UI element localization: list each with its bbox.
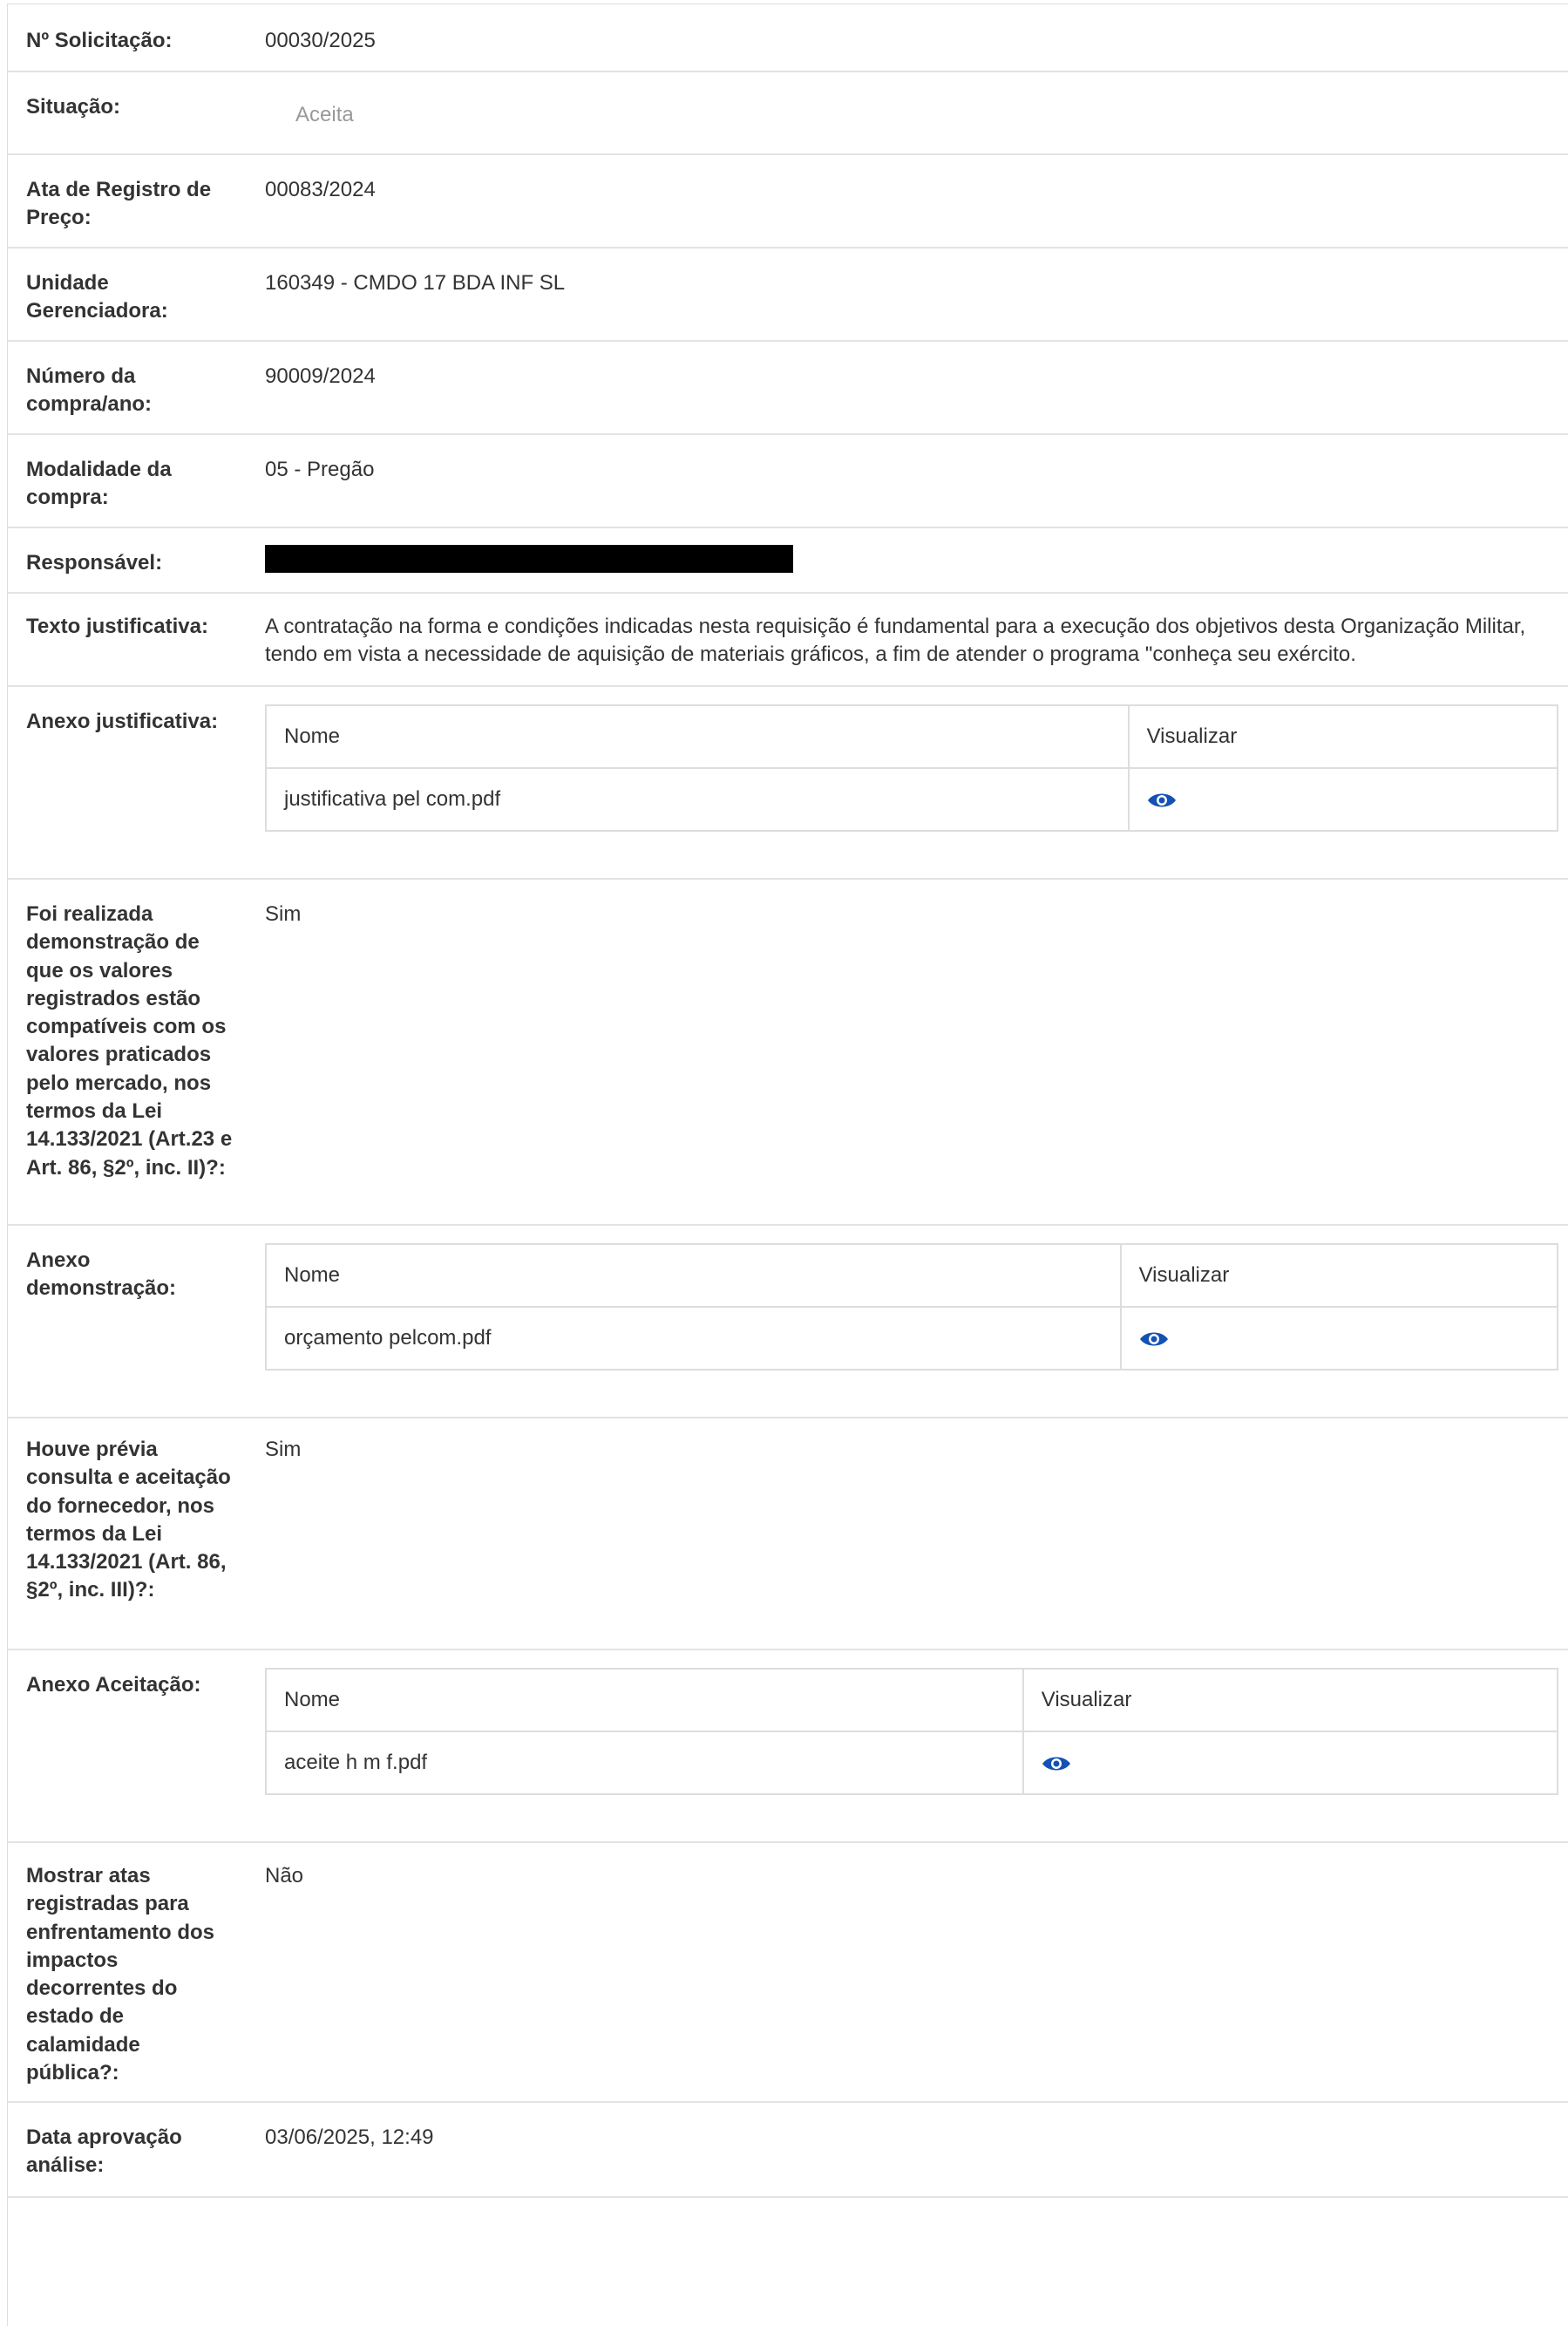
value-unidade: 160349 - CMDO 17 BDA INF SL: [265, 271, 566, 295]
column-header-visualizar: Visualizar: [1022, 1668, 1559, 1732]
value-demonstracao: Sim: [265, 902, 302, 926]
column-header-nome: Nome: [265, 1243, 1122, 1308]
row-anexo-demonstracao: Anexo demonstração: Nome Visualizar orça…: [8, 1226, 1568, 1418]
row-unidade: Unidade Gerenciadora: 160349 - CMDO 17 B…: [8, 248, 1568, 342]
eye-icon[interactable]: [1042, 1753, 1071, 1774]
attachment-filename: aceite h m f.pdf: [265, 1731, 1024, 1795]
attachment-table-demonstracao: Nome Visualizar orçamento pelcom.pdf: [265, 1243, 1559, 1370]
value-data-aprovacao: 03/06/2025, 12:49: [265, 2125, 434, 2149]
row-anexo-aceitacao: Anexo Aceitação: Nome Visualizar aceite …: [8, 1650, 1568, 1843]
label-unidade: Unidade Gerenciadora:: [26, 271, 168, 323]
value-calamidade: Não: [265, 1864, 304, 1887]
attachment-table-aceitacao: Nome Visualizar aceite h m f.pdf: [265, 1668, 1559, 1795]
label-anexo-demonstracao: Anexo demonstração:: [26, 1248, 177, 1301]
column-header-nome: Nome: [265, 1668, 1024, 1732]
view-attachment-cell: [1119, 1306, 1559, 1370]
table-header-row: Nome Visualizar: [265, 1668, 1559, 1732]
value-texto-justificativa: A contratação na forma e condições indic…: [265, 615, 1526, 667]
label-modalidade: Modalidade da compra:: [26, 458, 172, 510]
label-situacao: Situação:: [26, 95, 121, 119]
value-modalidade: 05 - Pregão: [265, 458, 375, 481]
table-header-row: Nome Visualizar: [265, 704, 1559, 769]
row-data-aprovacao: Data aprovação análise: 03/06/2025, 12:4…: [8, 2103, 1568, 2198]
label-texto-justificativa: Texto justificativa:: [26, 615, 208, 638]
attachment-table-justificativa: Nome Visualizar justificativa pel com.pd…: [265, 704, 1559, 832]
table-header-row: Nome Visualizar: [265, 1243, 1559, 1308]
label-anexo-justificativa: Anexo justificativa:: [26, 710, 219, 733]
label-calamidade: Mostrar atas registradas para enfrentame…: [26, 1864, 215, 2085]
label-anexo-aceitacao: Anexo Aceitação:: [26, 1673, 201, 1697]
label-numero-compra: Número da compra/ano:: [26, 364, 153, 417]
view-attachment-cell: [1022, 1731, 1559, 1795]
row-solicitacao: Nº Solicitação: 00030/2025: [8, 4, 1568, 72]
label-consulta-fornecedor: Houve prévia consulta e aceitação do for…: [26, 1438, 231, 1602]
value-ata: 00083/2024: [265, 178, 376, 201]
table-row: aceite h m f.pdf: [265, 1731, 1559, 1795]
row-modalidade: Modalidade da compra: 05 - Pregão: [8, 435, 1568, 528]
column-header-visualizar: Visualizar: [1119, 1243, 1559, 1308]
row-situacao: Situação: Aceita: [8, 72, 1568, 155]
attachment-filename: justificativa pel com.pdf: [265, 767, 1130, 832]
eye-icon[interactable]: [1147, 790, 1177, 811]
status-badge: Aceita: [295, 103, 354, 126]
request-details-panel: Nº Solicitação: 00030/2025 Situação: Ace…: [7, 3, 1568, 2326]
label-data-aprovacao: Data aprovação análise:: [26, 2125, 182, 2178]
redacted-responsavel: [265, 545, 793, 573]
row-texto-justificativa: Texto justificativa: A contratação na fo…: [8, 594, 1568, 687]
eye-icon[interactable]: [1139, 1329, 1169, 1350]
row-ata: Ata de Registro de Preço: 00083/2024: [8, 155, 1568, 248]
column-header-visualizar: Visualizar: [1127, 704, 1559, 769]
value-consulta-fornecedor: Sim: [265, 1438, 302, 1461]
value-numero-compra: 90009/2024: [265, 364, 376, 388]
attachment-filename: orçamento pelcom.pdf: [265, 1306, 1122, 1370]
label-ata: Ata de Registro de Preço:: [26, 178, 212, 230]
label-demonstracao: Foi realizada demonstração de que os val…: [26, 902, 233, 1180]
row-anexo-justificativa: Anexo justificativa: Nome Visualizar jus…: [8, 687, 1568, 880]
row-demonstracao: Foi realizada demonstração de que os val…: [8, 880, 1568, 1226]
row-consulta-fornecedor: Houve prévia consulta e aceitação do for…: [8, 1418, 1568, 1650]
row-calamidade: Mostrar atas registradas para enfrentame…: [8, 1843, 1568, 2103]
label-solicitacao: Nº Solicitação:: [26, 29, 173, 52]
view-attachment-cell: [1127, 767, 1559, 832]
column-header-nome: Nome: [265, 704, 1130, 769]
row-numero-compra: Número da compra/ano: 90009/2024: [8, 342, 1568, 435]
value-solicitacao: 00030/2025: [265, 29, 376, 52]
table-row: justificativa pel com.pdf: [265, 767, 1559, 832]
label-responsavel: Responsável:: [26, 551, 163, 575]
table-row: orçamento pelcom.pdf: [265, 1306, 1559, 1370]
